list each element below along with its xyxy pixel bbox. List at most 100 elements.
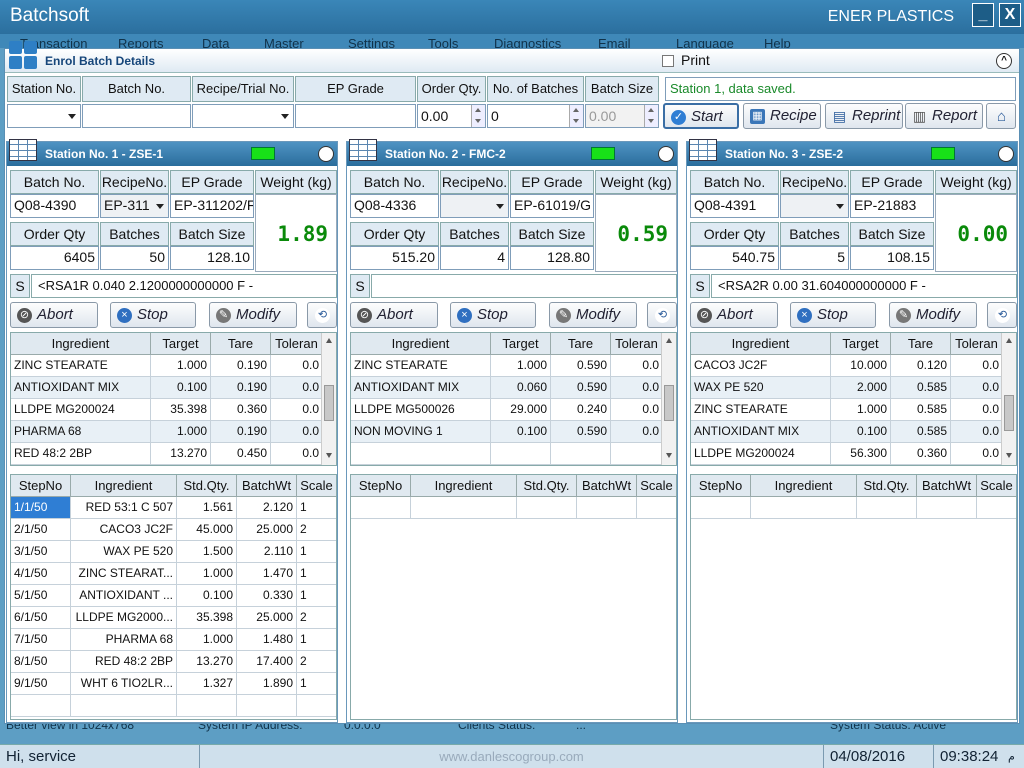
close-button[interactable]: X bbox=[999, 3, 1021, 27]
scroll-down-icon[interactable] bbox=[326, 453, 332, 458]
abort-button[interactable]: ⊘ Abort bbox=[350, 302, 438, 328]
refresh-button[interactable]: ⟲ bbox=[307, 302, 337, 328]
recipe-trial-select[interactable] bbox=[192, 104, 294, 128]
home-button[interactable]: ⌂ bbox=[986, 103, 1016, 129]
collapse-station-button[interactable]: ^ bbox=[998, 146, 1014, 162]
table-row[interactable]: CACO3 JC2F 10.000 0.120 0.0 bbox=[691, 355, 1003, 377]
scroll-up-icon[interactable] bbox=[666, 338, 672, 343]
menu-item-settings[interactable]: Settings bbox=[348, 36, 395, 48]
menu-item-reports[interactable]: Reports bbox=[118, 36, 164, 48]
table-row[interactable]: NON MOVING 1 0.100 0.590 0.0 bbox=[351, 421, 663, 443]
table-row[interactable]: LLDPE MG500026 29.000 0.240 0.0 bbox=[351, 399, 663, 421]
abort-button[interactable]: ⊘ Abort bbox=[10, 302, 98, 328]
table-row[interactable]: 2/1/50 CACO3 JC2F 45.000 25.000 2 bbox=[11, 519, 336, 541]
vertical-scrollbar[interactable] bbox=[661, 333, 676, 465]
table-cell: 1.327 bbox=[177, 673, 237, 695]
table-icon: ▦ bbox=[750, 109, 765, 124]
table-row[interactable]: ANTIOXIDANT MIX 0.100 0.190 0.0 bbox=[11, 377, 323, 399]
spin-buttons[interactable] bbox=[569, 105, 583, 127]
menu-item-tools[interactable]: Tools bbox=[428, 36, 458, 48]
scroll-down-icon[interactable] bbox=[1006, 453, 1012, 458]
menu-item-email[interactable]: Email bbox=[598, 36, 631, 48]
order-qty-stepper[interactable]: 0.00 bbox=[417, 104, 486, 128]
table-cell[interactable] bbox=[351, 497, 411, 519]
table-row[interactable]: 9/1/50 WHT 6 TIO2LR... 1.327 1.890 1 bbox=[11, 673, 336, 695]
table-cell[interactable]: 1/1/50 bbox=[11, 497, 71, 519]
table-row[interactable]: ANTIOXIDANT MIX 0.060 0.590 0.0 bbox=[351, 377, 663, 399]
table-row[interactable]: ANTIOXIDANT MIX 0.100 0.585 0.0 bbox=[691, 421, 1003, 443]
scroll-up-icon[interactable] bbox=[326, 338, 332, 343]
station-no-select[interactable] bbox=[7, 104, 81, 128]
stop-button[interactable]: × Stop bbox=[790, 302, 876, 328]
table-row[interactable]: 6/1/50 LLDPE MG2000... 35.398 25.000 2 bbox=[11, 607, 336, 629]
table-row[interactable]: 3/1/50 WAX PE 520 1.500 2.110 1 bbox=[11, 541, 336, 563]
table-row[interactable] bbox=[351, 497, 676, 519]
scroll-down-icon[interactable] bbox=[666, 453, 672, 458]
recipe-no-select[interactable] bbox=[440, 194, 509, 218]
table-cell[interactable]: 5/1/50 bbox=[11, 585, 71, 607]
table-row[interactable]: 1/1/50 RED 53:1 C 507 1.561 2.120 1 bbox=[11, 497, 336, 519]
collapse-station-button[interactable]: ^ bbox=[658, 146, 674, 162]
print-checkbox[interactable] bbox=[662, 55, 674, 67]
ep-grade-header: EP Grade bbox=[295, 76, 416, 102]
table-cell[interactable]: 9/1/50 bbox=[11, 673, 71, 695]
table-row[interactable]: WAX PE 520 2.000 0.585 0.0 bbox=[691, 377, 1003, 399]
scrollbar-thumb[interactable] bbox=[664, 385, 674, 421]
table-row[interactable] bbox=[11, 695, 336, 717]
recipe-button[interactable]: ▦ Recipe bbox=[743, 103, 821, 129]
batch-size-value: 108.15 bbox=[850, 246, 934, 270]
minimize-button[interactable]: _ bbox=[972, 3, 994, 27]
modify-button[interactable]: ✎ Modify bbox=[889, 302, 977, 328]
batch-no-input[interactable] bbox=[82, 104, 191, 128]
table-row[interactable] bbox=[691, 497, 1016, 519]
website-link[interactable]: www.danlescogroup.com bbox=[200, 745, 824, 768]
table-row[interactable]: ZINC STEARATE 1.000 0.590 0.0 bbox=[351, 355, 663, 377]
table-cell[interactable]: 2/1/50 bbox=[11, 519, 71, 541]
table-cell[interactable] bbox=[691, 497, 751, 519]
collapse-window-button[interactable]: ^ bbox=[996, 53, 1012, 69]
menu-item-help[interactable]: Help bbox=[764, 36, 791, 48]
spin-buttons[interactable] bbox=[471, 105, 485, 127]
recipe-no-select[interactable] bbox=[780, 194, 849, 218]
abort-button[interactable]: ⊘ Abort bbox=[690, 302, 778, 328]
stop-button[interactable]: × Stop bbox=[110, 302, 196, 328]
menu-item-language[interactable]: Language bbox=[676, 36, 734, 48]
report-button[interactable]: ▥ Report bbox=[905, 103, 983, 129]
table-row[interactable] bbox=[351, 443, 663, 465]
collapse-station-button[interactable]: ^ bbox=[318, 146, 334, 162]
table-row[interactable]: 5/1/50 ANTIOXIDANT ... 0.100 0.330 1 bbox=[11, 585, 336, 607]
scrollbar-thumb[interactable] bbox=[1004, 395, 1014, 431]
table-cell[interactable]: 6/1/50 bbox=[11, 607, 71, 629]
start-button[interactable]: ✓ Start bbox=[663, 103, 739, 129]
vertical-scrollbar[interactable] bbox=[1001, 333, 1016, 465]
table-row[interactable]: 8/1/50 RED 48:2 2BP 13.270 17.400 2 bbox=[11, 651, 336, 673]
scroll-up-icon[interactable] bbox=[1006, 338, 1012, 343]
vertical-scrollbar[interactable] bbox=[321, 333, 336, 465]
refresh-button[interactable]: ⟲ bbox=[647, 302, 677, 328]
modify-button[interactable]: ✎ Modify bbox=[549, 302, 637, 328]
table-cell[interactable]: 4/1/50 bbox=[11, 563, 71, 585]
stop-button[interactable]: × Stop bbox=[450, 302, 536, 328]
table-cell[interactable] bbox=[11, 695, 71, 717]
reprint-button[interactable]: ▤ Reprint bbox=[825, 103, 903, 129]
table-row[interactable]: ZINC STEARATE 1.000 0.585 0.0 bbox=[691, 399, 1003, 421]
table-cell[interactable]: 3/1/50 bbox=[11, 541, 71, 563]
modify-button[interactable]: ✎ Modify bbox=[209, 302, 297, 328]
table-row[interactable]: 4/1/50 ZINC STEARAT... 1.000 1.470 1 bbox=[11, 563, 336, 585]
table-cell[interactable]: 8/1/50 bbox=[11, 651, 71, 673]
menu-item-master[interactable]: Master bbox=[264, 36, 304, 48]
menu-item-data[interactable]: Data bbox=[202, 36, 229, 48]
table-row[interactable]: LLDPE MG200024 35.398 0.360 0.0 bbox=[11, 399, 323, 421]
table-row[interactable]: PHARMA 68 1.000 0.190 0.0 bbox=[11, 421, 323, 443]
table-cell[interactable]: 7/1/50 bbox=[11, 629, 71, 651]
recipe-no-select[interactable]: EP-311 bbox=[100, 194, 169, 218]
table-row[interactable]: LLDPE MG200024 56.300 0.360 0.0 bbox=[691, 443, 1003, 465]
ep-grade-input[interactable] bbox=[295, 104, 416, 128]
table-row[interactable]: ZINC STEARATE 1.000 0.190 0.0 bbox=[11, 355, 323, 377]
table-row[interactable]: 7/1/50 PHARMA 68 1.000 1.480 1 bbox=[11, 629, 336, 651]
scrollbar-thumb[interactable] bbox=[324, 385, 334, 421]
menu-item-diagnostics[interactable]: Diagnostics bbox=[494, 36, 561, 48]
table-row[interactable]: RED 48:2 2BP 13.270 0.450 0.0 bbox=[11, 443, 323, 465]
no-of-batches-stepper[interactable]: 0 bbox=[487, 104, 584, 128]
refresh-button[interactable]: ⟲ bbox=[987, 302, 1017, 328]
